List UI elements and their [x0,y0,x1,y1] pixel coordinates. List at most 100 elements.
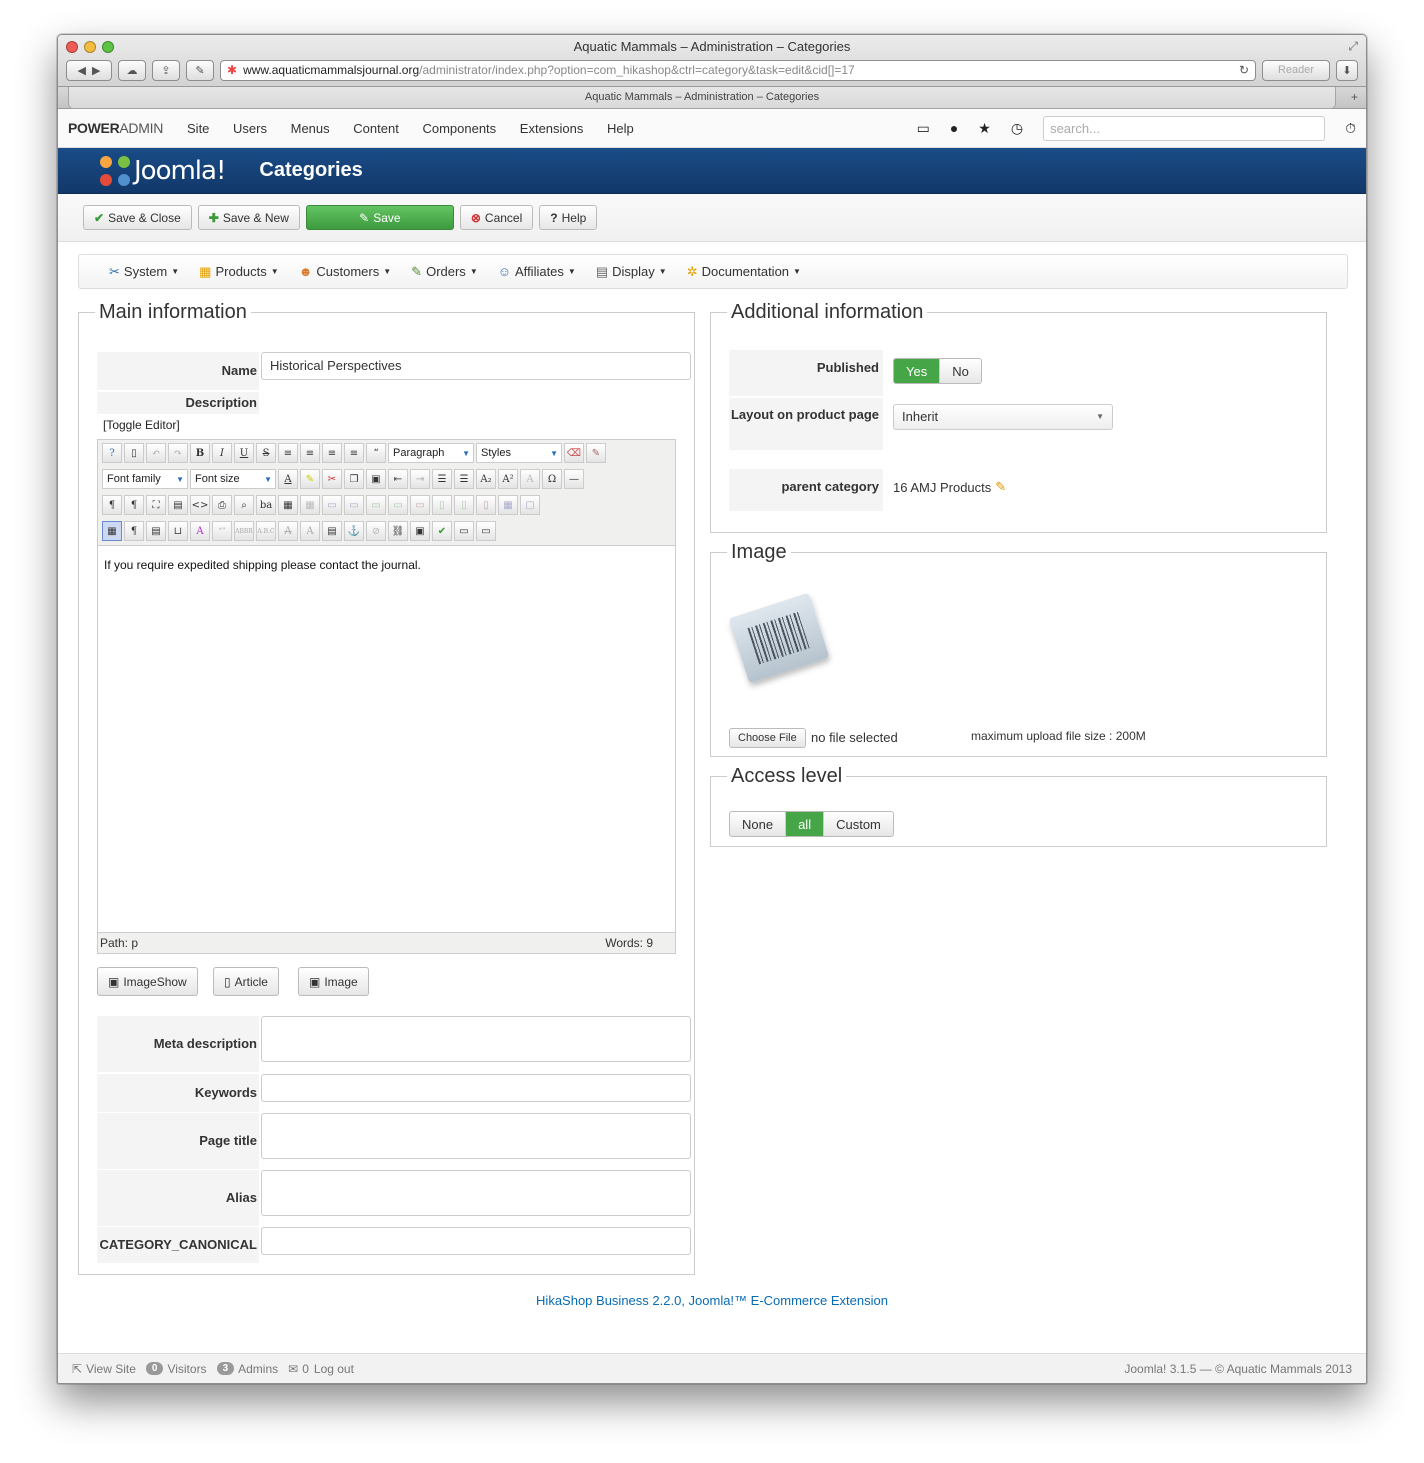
icloud-icon[interactable]: ☁ [118,59,146,81]
ins-icon[interactable]: A [300,521,320,541]
meta-description-field[interactable] [261,1016,691,1062]
image-icon[interactable]: ▣ [410,521,430,541]
access-custom-button[interactable]: Custom [824,812,893,836]
hikamenu-system[interactable]: ✂ System ▼ [109,264,179,280]
delete-table-icon[interactable]: ▦ [300,495,320,515]
redo-icon[interactable]: ↷ [168,443,188,463]
image-button[interactable]: ▣ Image [298,967,369,996]
print-icon[interactable]: ⎙ [212,495,232,515]
edit-pencil-icon[interactable]: ✎ [995,479,1006,495]
justify-icon[interactable]: ≡ [278,443,298,463]
outdent-icon[interactable]: ⇤ [388,469,408,489]
hikamenu-products[interactable]: ▦ Products ▼ [199,264,279,280]
non-breaking-icon[interactable]: ⊔ [168,521,188,541]
hikamenu-documentation[interactable]: ✲ Documentation ▼ [687,264,801,280]
layout-select[interactable]: Inherit ▼ [893,404,1113,430]
view-site-link[interactable]: ⇱ View Site [72,1362,136,1376]
admin-search-input[interactable]: search... [1043,115,1326,141]
row-props-icon[interactable]: ▭ [322,495,342,515]
cell-props-icon[interactable]: ▭ [344,495,364,515]
insert-row-after-icon[interactable]: ▭ [388,495,408,515]
new-tab-icon[interactable]: + [1351,90,1358,104]
choose-file-button[interactable]: Choose File [729,728,806,748]
user-icon[interactable]: ● [950,120,958,136]
layer-icon[interactable]: ▭ [476,521,496,541]
access-none-button[interactable]: None [730,812,787,836]
access-all-button[interactable]: all [786,812,825,836]
save-close-button[interactable]: ✔ Save & Close [83,205,192,230]
paragraph-select[interactable]: Paragraph ▼ [388,443,474,463]
ordered-list-icon[interactable]: ☰ [432,469,452,489]
hikamenu-customers[interactable]: ☻ Customers ▼ [299,264,391,279]
page-title-field[interactable] [261,1113,691,1159]
menu-users[interactable]: Users [233,121,267,136]
messages-indicator[interactable]: ✉ 0 Log out [288,1362,354,1376]
template-icon[interactable]: ▤ [146,521,166,541]
replace-icon[interactable]: ba [256,495,276,515]
menu-content[interactable]: Content [353,121,399,136]
imageshow-button[interactable]: ▣ ImageShow [97,967,198,996]
article-button[interactable]: ▯ Article [213,967,279,996]
rtl-icon[interactable]: ¶ [124,495,144,515]
merge-cells-icon[interactable]: ▢ [520,495,540,515]
cite-icon[interactable]: “” [212,521,232,541]
fullscreen-icon[interactable]: ⤢ [1348,39,1358,54]
fullscreen-icon[interactable]: ⛶ [146,495,166,515]
keywords-field[interactable] [261,1074,691,1102]
acronym-icon[interactable]: A.B.C [256,521,276,541]
copy-icon[interactable]: ❐ [344,469,364,489]
reader-button[interactable]: Reader [1262,59,1330,81]
delete-col-icon[interactable]: ▯ [476,495,496,515]
horizontal-rule-icon[interactable]: — [564,469,584,489]
save-new-button[interactable]: ✚ Save & New [197,205,300,230]
monitor-icon[interactable]: ▭ [917,120,930,137]
menu-extensions[interactable]: Extensions [520,121,584,136]
logout-link[interactable]: Log out [314,1362,354,1376]
text-color-icon[interactable]: A [278,469,298,489]
unlink-icon[interactable]: ⊘ [366,521,386,541]
stopwatch-icon[interactable]: ⏱ [1345,120,1356,137]
spellcheck-icon[interactable]: ✔ [432,521,452,541]
wrench-icon[interactable]: ✎ [186,59,214,81]
insert-col-after-icon[interactable]: ▯ [454,495,474,515]
show-blocks-icon[interactable]: ¶ [124,521,144,541]
insert-col-before-icon[interactable]: ▯ [432,495,452,515]
strikethrough-icon[interactable]: S [256,443,276,463]
toggle-editor-link[interactable]: [Toggle Editor] [103,418,180,432]
hikamenu-orders[interactable]: ✎ Orders ▼ [411,264,478,280]
visual-aid-icon[interactable]: ▦ [102,521,122,541]
alias-field[interactable] [261,1170,691,1216]
star-icon[interactable]: ★ [978,120,991,137]
paste-icon[interactable]: ▣ [366,469,386,489]
hikamenu-display[interactable]: ▤ Display ▼ [596,264,667,280]
published-yes-button[interactable]: Yes [894,359,941,383]
bold-icon[interactable]: B [190,443,210,463]
insert-row-before-icon[interactable]: ▭ [366,495,386,515]
link-icon[interactable]: ⛓ [388,521,408,541]
styleprops-icon[interactable]: A [190,521,210,541]
font-size-select[interactable]: Font size ▼ [190,469,276,489]
new-document-icon[interactable]: ▯ [124,443,144,463]
canonical-field[interactable] [261,1227,691,1255]
undo-icon[interactable]: ↶ [146,443,166,463]
downloads-icon[interactable]: ⬇ [1336,59,1358,81]
split-cells-icon[interactable]: ▦ [498,495,518,515]
table-icon[interactable]: ▦ [278,495,298,515]
text-direction-icon[interactable]: A [520,469,540,489]
align-right-icon[interactable]: ≡ [344,443,364,463]
indent-icon[interactable]: ⇥ [410,469,430,489]
hikashop-credit-link[interactable]: HikaShop Business 2.2.0, Joomla!™ E-Comm… [58,1293,1366,1308]
find-icon[interactable]: ⌕ [234,495,254,515]
menu-menus[interactable]: Menus [291,121,330,136]
highlight-icon[interactable]: ✎ [300,469,320,489]
italic-icon[interactable]: I [212,443,232,463]
align-center-icon[interactable]: ≡ [300,443,320,463]
eraser-icon[interactable]: ⌫ [564,443,584,463]
abbr-icon[interactable]: ABBR [234,521,254,541]
published-no-button[interactable]: No [940,359,981,383]
attribs-icon[interactable]: ▤ [322,521,342,541]
brush-icon[interactable]: ✎ [586,443,606,463]
save-button[interactable]: ✎ Save [305,205,454,230]
superscript-icon[interactable]: A² [498,469,518,489]
name-input[interactable]: Historical Perspectives [261,352,691,380]
